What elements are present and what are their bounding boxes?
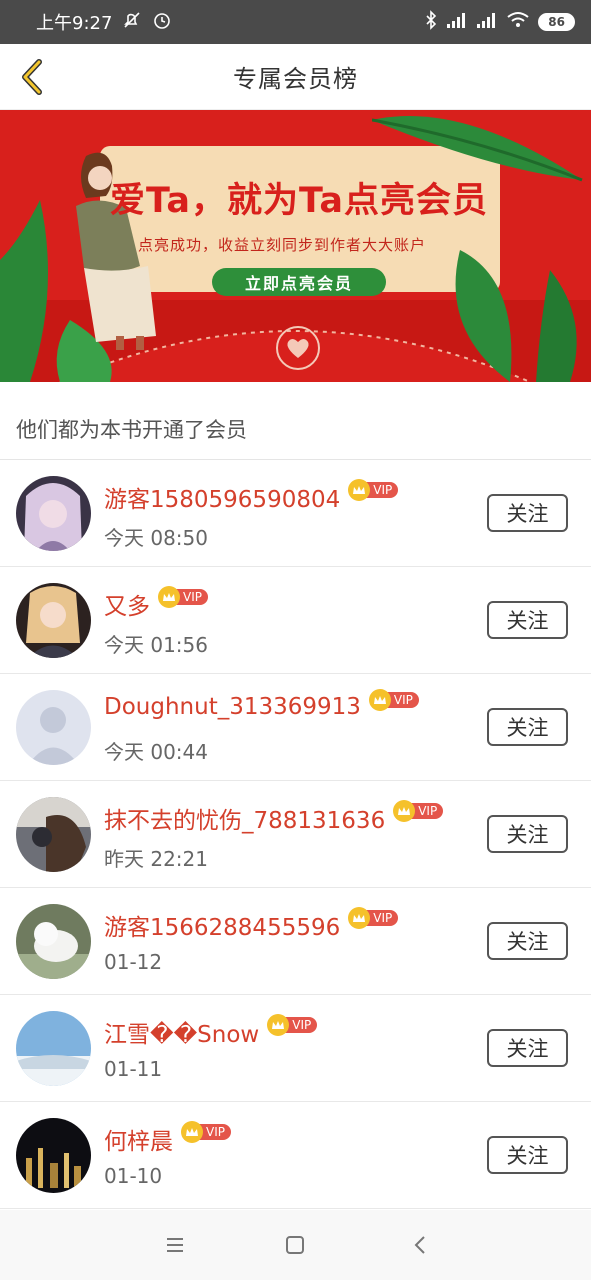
follow-button[interactable]: 关注 <box>487 922 568 960</box>
avatar[interactable] <box>16 1118 91 1193</box>
chevron-left-icon <box>414 1236 425 1254</box>
join-time: 昨天 22:21 <box>104 847 208 871</box>
list-item[interactable]: Doughnut_313369913 VIP 今天 00:44 关注 <box>0 674 591 781</box>
avatar[interactable] <box>16 583 91 658</box>
heart-seal-icon <box>276 326 320 370</box>
avatar[interactable] <box>16 1011 91 1086</box>
status-bar: 上午9:27 86 <box>0 0 591 44</box>
vip-badge: VIP <box>348 907 399 929</box>
light-up-membership-button[interactable]: 立即点亮会员 <box>212 268 386 296</box>
home-button[interactable] <box>280 1232 310 1258</box>
home-square-icon <box>286 1236 304 1254</box>
join-time: 01-11 <box>104 1057 163 1081</box>
menu-button[interactable] <box>160 1232 190 1258</box>
crown-icon <box>368 689 391 711</box>
member-name[interactable]: 何梓晨 <box>104 1122 173 1156</box>
avatar[interactable] <box>16 904 91 979</box>
bluetooth-icon <box>424 9 438 35</box>
alarm-icon <box>152 10 172 35</box>
system-nav-bar <box>0 1210 591 1280</box>
follow-button[interactable]: 关注 <box>487 601 568 639</box>
follow-button[interactable]: 关注 <box>487 494 568 532</box>
list-item[interactable]: 游客1566288455596 VIP 01-12 关注 <box>0 888 591 995</box>
signal-icon <box>476 11 498 34</box>
list-item[interactable]: 游客1580596590804 VIP 今天 08:50 关注 <box>0 460 591 567</box>
list-item[interactable]: 抹不去的忧伤_788131636 VIP 昨天 22:21 关注 <box>0 781 591 888</box>
section-title: 他们都为本书开通了会员 <box>16 418 247 442</box>
join-time: 01-12 <box>104 950 163 974</box>
avatar[interactable] <box>16 476 91 551</box>
vip-badge: VIP <box>368 689 419 711</box>
avatar[interactable] <box>16 797 91 872</box>
vip-badge: VIP <box>267 1014 318 1036</box>
default-avatar-icon <box>16 690 91 765</box>
banner-subline: 点亮成功，收益立刻同步到作者大大账户 <box>138 236 427 254</box>
promo-banner[interactable]: 爱Ta，就为Ta点亮会员 点亮成功，收益立刻同步到作者大大账户 立即点亮会员 <box>0 110 591 382</box>
crown-icon <box>181 1121 203 1143</box>
list-item[interactable]: 江雪��Snow VIP 01-11 关注 <box>0 995 591 1102</box>
follow-button[interactable]: 关注 <box>487 815 568 853</box>
header: 专属会员榜 <box>0 44 591 110</box>
join-time: 01-10 <box>104 1164 163 1188</box>
follow-button[interactable]: 关注 <box>487 708 568 746</box>
member-name[interactable]: 游客1566288455596 <box>104 908 340 942</box>
member-name[interactable]: 又多 <box>104 587 150 621</box>
chevron-left-icon <box>22 59 42 95</box>
vip-badge: VIP <box>181 1121 231 1143</box>
system-back-button[interactable] <box>405 1232 435 1258</box>
member-name[interactable]: 江雪��Snow <box>104 1015 259 1049</box>
leaf-decoration <box>455 250 577 382</box>
join-time: 今天 08:50 <box>104 526 208 550</box>
menu-icon <box>167 1238 183 1252</box>
member-name[interactable]: 抹不去的忧伤_788131636 <box>104 801 385 835</box>
vip-badge: VIP <box>393 800 444 822</box>
follow-button[interactable]: 关注 <box>487 1136 568 1174</box>
page-title: 专属会员榜 <box>233 65 358 93</box>
banner-headline: 爱Ta，就为Ta点亮会员 <box>110 181 488 221</box>
join-time: 今天 01:56 <box>104 633 208 657</box>
member-name[interactable]: Doughnut_313369913 <box>104 694 361 720</box>
member-name[interactable]: 游客1580596590804 <box>104 480 340 514</box>
list-item[interactable]: 何梓晨 VIP 01-10 关注 <box>0 1102 591 1209</box>
avatar[interactable] <box>16 690 91 765</box>
follow-button[interactable]: 关注 <box>487 1029 568 1067</box>
back-button[interactable] <box>12 56 52 98</box>
battery-icon: 86 <box>538 13 575 31</box>
list-item[interactable]: 又多 VIP 今天 01:56 关注 <box>0 567 591 674</box>
vip-badge: VIP <box>348 479 399 501</box>
vip-badge: VIP <box>158 586 208 608</box>
mute-icon <box>122 10 142 35</box>
signal-icon <box>446 11 468 34</box>
crown-icon <box>158 586 180 608</box>
member-list: 游客1580596590804 VIP 今天 08:50 关注 又多 VIP 今… <box>0 460 591 1209</box>
wifi-icon <box>506 11 530 34</box>
status-time: 上午9:27 <box>36 13 113 34</box>
join-time: 今天 00:44 <box>104 740 208 764</box>
